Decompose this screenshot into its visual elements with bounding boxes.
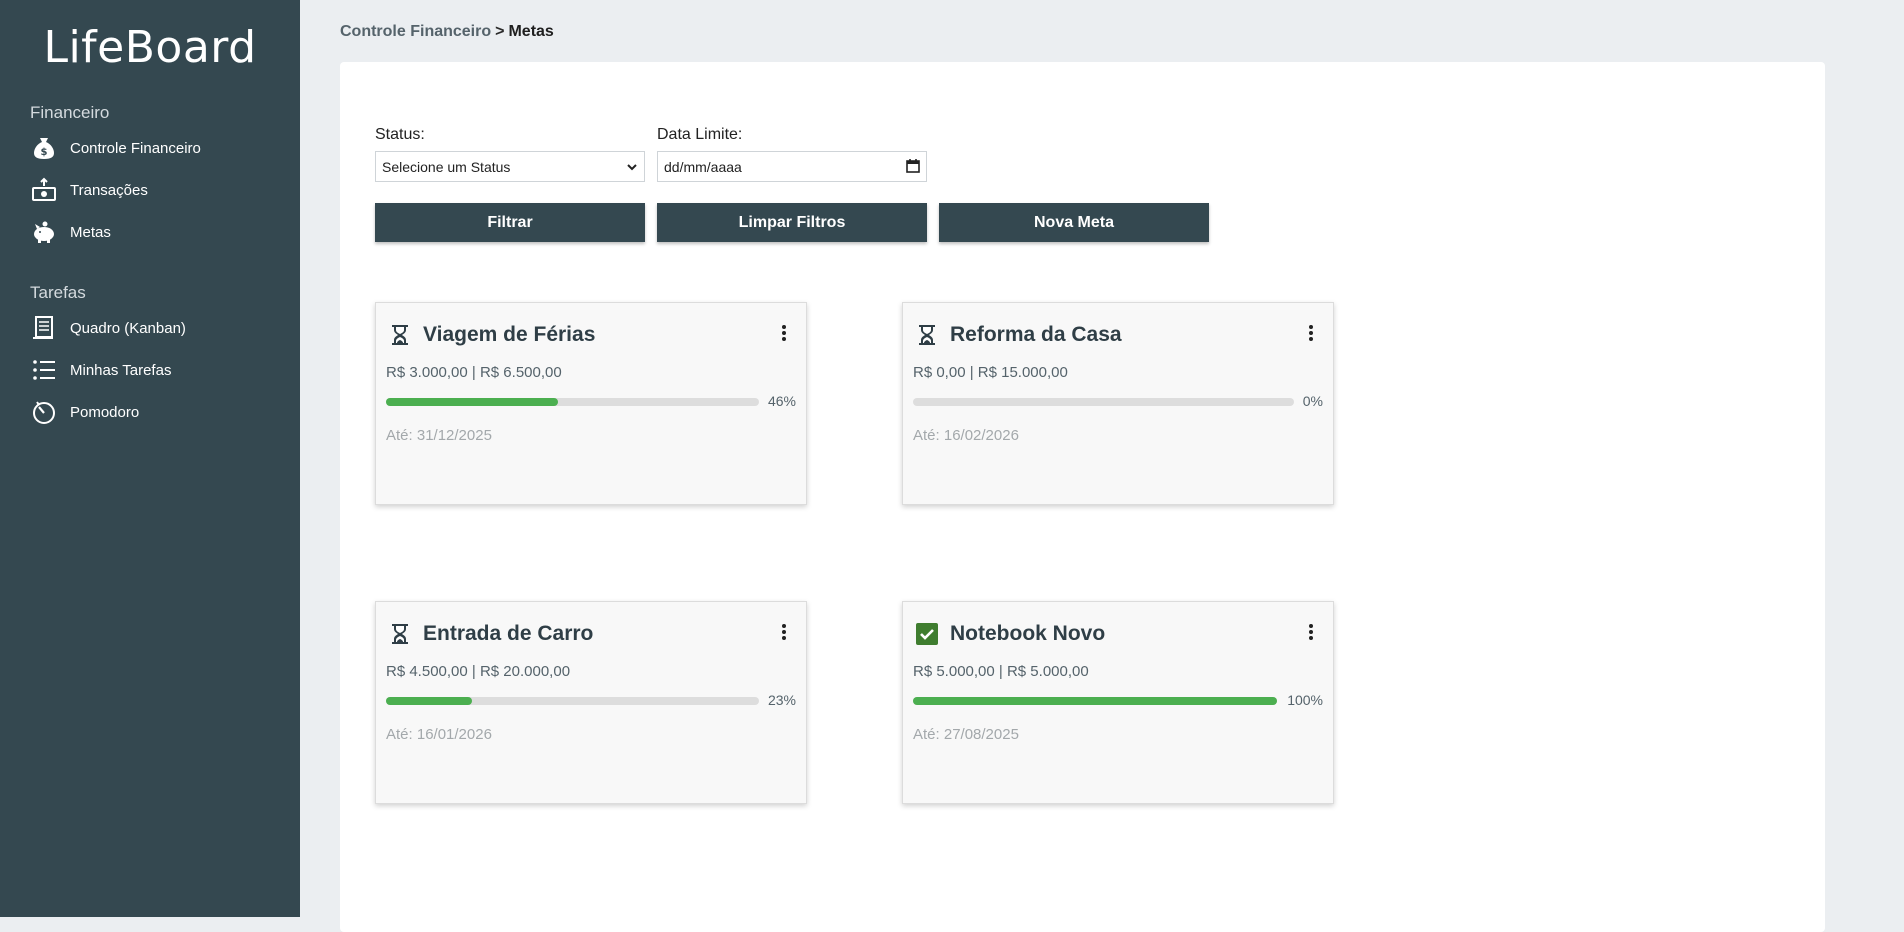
kanban-board-icon [30, 314, 58, 342]
goal-percent: 100% [1287, 692, 1323, 708]
svg-text:$: $ [41, 147, 48, 158]
goal-amount: R$ 0,00 | R$ 15.000,00 [913, 364, 1068, 381]
breadcrumb-separator: > [495, 23, 505, 40]
status-select-value: Selecione um Status [382, 158, 511, 175]
goal-amount: R$ 3.000,00 | R$ 6.500,00 [386, 364, 562, 381]
calendar-icon[interactable] [906, 159, 920, 176]
goal-due-date: Até: 16/01/2026 [386, 726, 492, 743]
sidebar-item-label: Transações [70, 181, 148, 199]
hourglass-icon [915, 323, 939, 347]
cash-transfer-icon [30, 176, 58, 204]
new-goal-button[interactable]: Nova Meta [939, 203, 1209, 242]
money-bag-icon: $ [30, 134, 58, 162]
goal-due-date: Até: 31/12/2025 [386, 427, 492, 444]
hourglass-icon [388, 622, 412, 646]
status-select[interactable]: Selecione um Status [375, 151, 645, 182]
goal-title: Reforma da Casa [950, 323, 1122, 346]
clear-filters-button[interactable]: Limpar Filtros [657, 203, 927, 242]
sidebar-item-pomodoro[interactable]: Pomodoro [30, 391, 300, 433]
date-filter-label: Data Limite: [657, 126, 743, 143]
goal-card[interactable]: Notebook Novo R$ 5.000,00 | R$ 5.000,00 … [902, 601, 1334, 804]
sidebar-section-financeiro: Financeiro [30, 103, 110, 122]
sidebar-item-kanban[interactable]: Quadro (Kanban) [30, 307, 300, 349]
goal-percent: 23% [767, 692, 796, 708]
sidebar-section-tarefas: Tarefas [30, 283, 86, 302]
goal-progress-track [386, 398, 759, 406]
checkbox-checked-icon [915, 622, 939, 646]
goal-title: Notebook Novo [950, 622, 1106, 645]
sidebar: LifeBoard Financeiro $ Controle Financei… [0, 0, 300, 917]
goal-due-date: Até: 27/08/2025 [913, 726, 1019, 743]
goal-title: Viagem de Férias [423, 323, 596, 346]
hourglass-icon [388, 323, 412, 347]
goal-amount: R$ 5.000,00 | R$ 5.000,00 [913, 663, 1089, 680]
goal-progress-fill [386, 398, 558, 406]
sidebar-item-minhas-tarefas[interactable]: Minhas Tarefas [30, 349, 300, 391]
goal-card[interactable]: Entrada de Carro R$ 4.500,00 | R$ 20.000… [375, 601, 807, 804]
breadcrumb-current: Metas [508, 23, 554, 40]
sidebar-item-label: Pomodoro [70, 403, 140, 421]
sidebar-item-controle-financeiro[interactable]: $ Controle Financeiro [30, 127, 300, 169]
sidebar-item-label: Controle Financeiro [70, 139, 201, 157]
app-logo: LifeBoard [43, 22, 257, 73]
kebab-menu-icon[interactable] [1307, 622, 1315, 642]
main-panel: Status: Selecione um Status Data Limite:… [340, 62, 1825, 932]
breadcrumb: Controle Financeiro > Metas [340, 23, 554, 41]
goal-card[interactable]: Reforma da Casa R$ 0,00 | R$ 15.000,00 0… [902, 302, 1334, 505]
goal-progress-track [913, 398, 1294, 406]
goal-percent: 46% [767, 393, 796, 409]
goal-progress-track [913, 697, 1277, 705]
date-limit-placeholder: dd/mm/aaaa [664, 158, 742, 175]
goal-card[interactable]: Viagem de Férias R$ 3.000,00 | R$ 6.500,… [375, 302, 807, 505]
timer-icon [30, 398, 58, 426]
sidebar-item-transacoes[interactable]: Transações [30, 169, 300, 211]
kebab-menu-icon[interactable] [1307, 323, 1315, 343]
filter-button[interactable]: Filtrar [375, 203, 645, 242]
sidebar-item-label: Quadro (Kanban) [70, 319, 186, 337]
breadcrumb-parent-link[interactable]: Controle Financeiro [340, 23, 491, 40]
sidebar-item-metas[interactable]: Metas [30, 211, 300, 253]
goal-progress-track [386, 697, 759, 705]
task-list-icon [30, 356, 58, 384]
status-filter-label: Status: [375, 126, 425, 143]
date-limit-input[interactable]: dd/mm/aaaa [657, 151, 927, 182]
goal-percent: 0% [1302, 393, 1323, 409]
goal-amount: R$ 4.500,00 | R$ 20.000,00 [386, 663, 571, 680]
goal-progress-fill [913, 697, 1277, 705]
goal-due-date: Até: 16/02/2026 [913, 427, 1019, 444]
goal-progress-fill [386, 697, 472, 705]
chevron-down-icon [626, 160, 638, 176]
sidebar-item-label: Minhas Tarefas [70, 361, 172, 379]
piggy-bank-icon [30, 218, 58, 246]
goal-title: Entrada de Carro [423, 622, 594, 645]
sidebar-item-label: Metas [70, 223, 111, 241]
kebab-menu-icon[interactable] [780, 622, 788, 642]
kebab-menu-icon[interactable] [780, 323, 788, 343]
